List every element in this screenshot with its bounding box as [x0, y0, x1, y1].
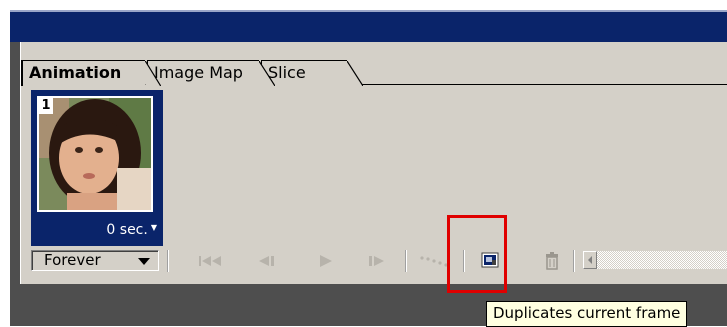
select-next-frame-icon	[369, 256, 384, 266]
animation-frame-1[interactable]: 1 0 sec. ▼	[31, 90, 163, 246]
animation-controls: Forever	[31, 246, 727, 274]
animation-palette-window: Animation Image Map Slice 1 0 sec. ▼ For…	[10, 10, 727, 326]
select-next-frame-button[interactable]	[361, 250, 391, 272]
child-portrait-photo	[39, 98, 151, 210]
tooltip: Duplicates current frame	[486, 301, 688, 327]
select-previous-frame-button[interactable]	[253, 250, 283, 272]
frame-number: 1	[39, 98, 53, 114]
frame-delay-menu[interactable]: 0 sec. ▼	[106, 222, 157, 238]
scroll-left-arrow-icon	[588, 256, 592, 264]
tab-slice-edge	[347, 61, 363, 86]
select-previous-frame-icon	[259, 256, 274, 266]
tab-image-map[interactable]: Image Map	[147, 60, 275, 86]
play-icon	[320, 255, 332, 267]
highlight-box	[447, 215, 507, 293]
play-button[interactable]	[311, 250, 341, 272]
frame-delay-value: 0 sec.	[106, 222, 148, 238]
tab-strip: Animation Image Map Slice	[21, 42, 727, 86]
delay-dropdown-icon: ▼	[150, 223, 157, 232]
select-first-frame-icon	[199, 256, 221, 266]
toolbar-separator	[405, 250, 407, 272]
tab-animation-label: Animation	[29, 63, 122, 82]
tab-animation-edge	[145, 61, 161, 86]
toolbar-separator	[573, 250, 575, 272]
loop-dropdown-icon	[138, 258, 150, 265]
animation-palette: Animation Image Map Slice 1 0 sec. ▼ For…	[20, 42, 727, 284]
tab-image-map-edge	[259, 61, 275, 86]
scroll-left-button[interactable]	[583, 251, 597, 269]
trash-icon	[546, 252, 558, 270]
tab-animation[interactable]: Animation	[21, 60, 161, 86]
loop-options-value: Forever	[44, 251, 101, 269]
delete-frame-button[interactable]	[539, 250, 565, 272]
toolbar-separator	[167, 250, 169, 272]
horizontal-scrollbar-track[interactable]	[597, 251, 727, 269]
frame-thumbnail[interactable]: 1	[37, 96, 153, 212]
loop-options-select[interactable]: Forever	[31, 250, 159, 271]
tab-image-map-label: Image Map	[154, 63, 243, 82]
palette-title-bar[interactable]	[10, 10, 727, 42]
select-first-frame-button[interactable]	[197, 250, 227, 272]
